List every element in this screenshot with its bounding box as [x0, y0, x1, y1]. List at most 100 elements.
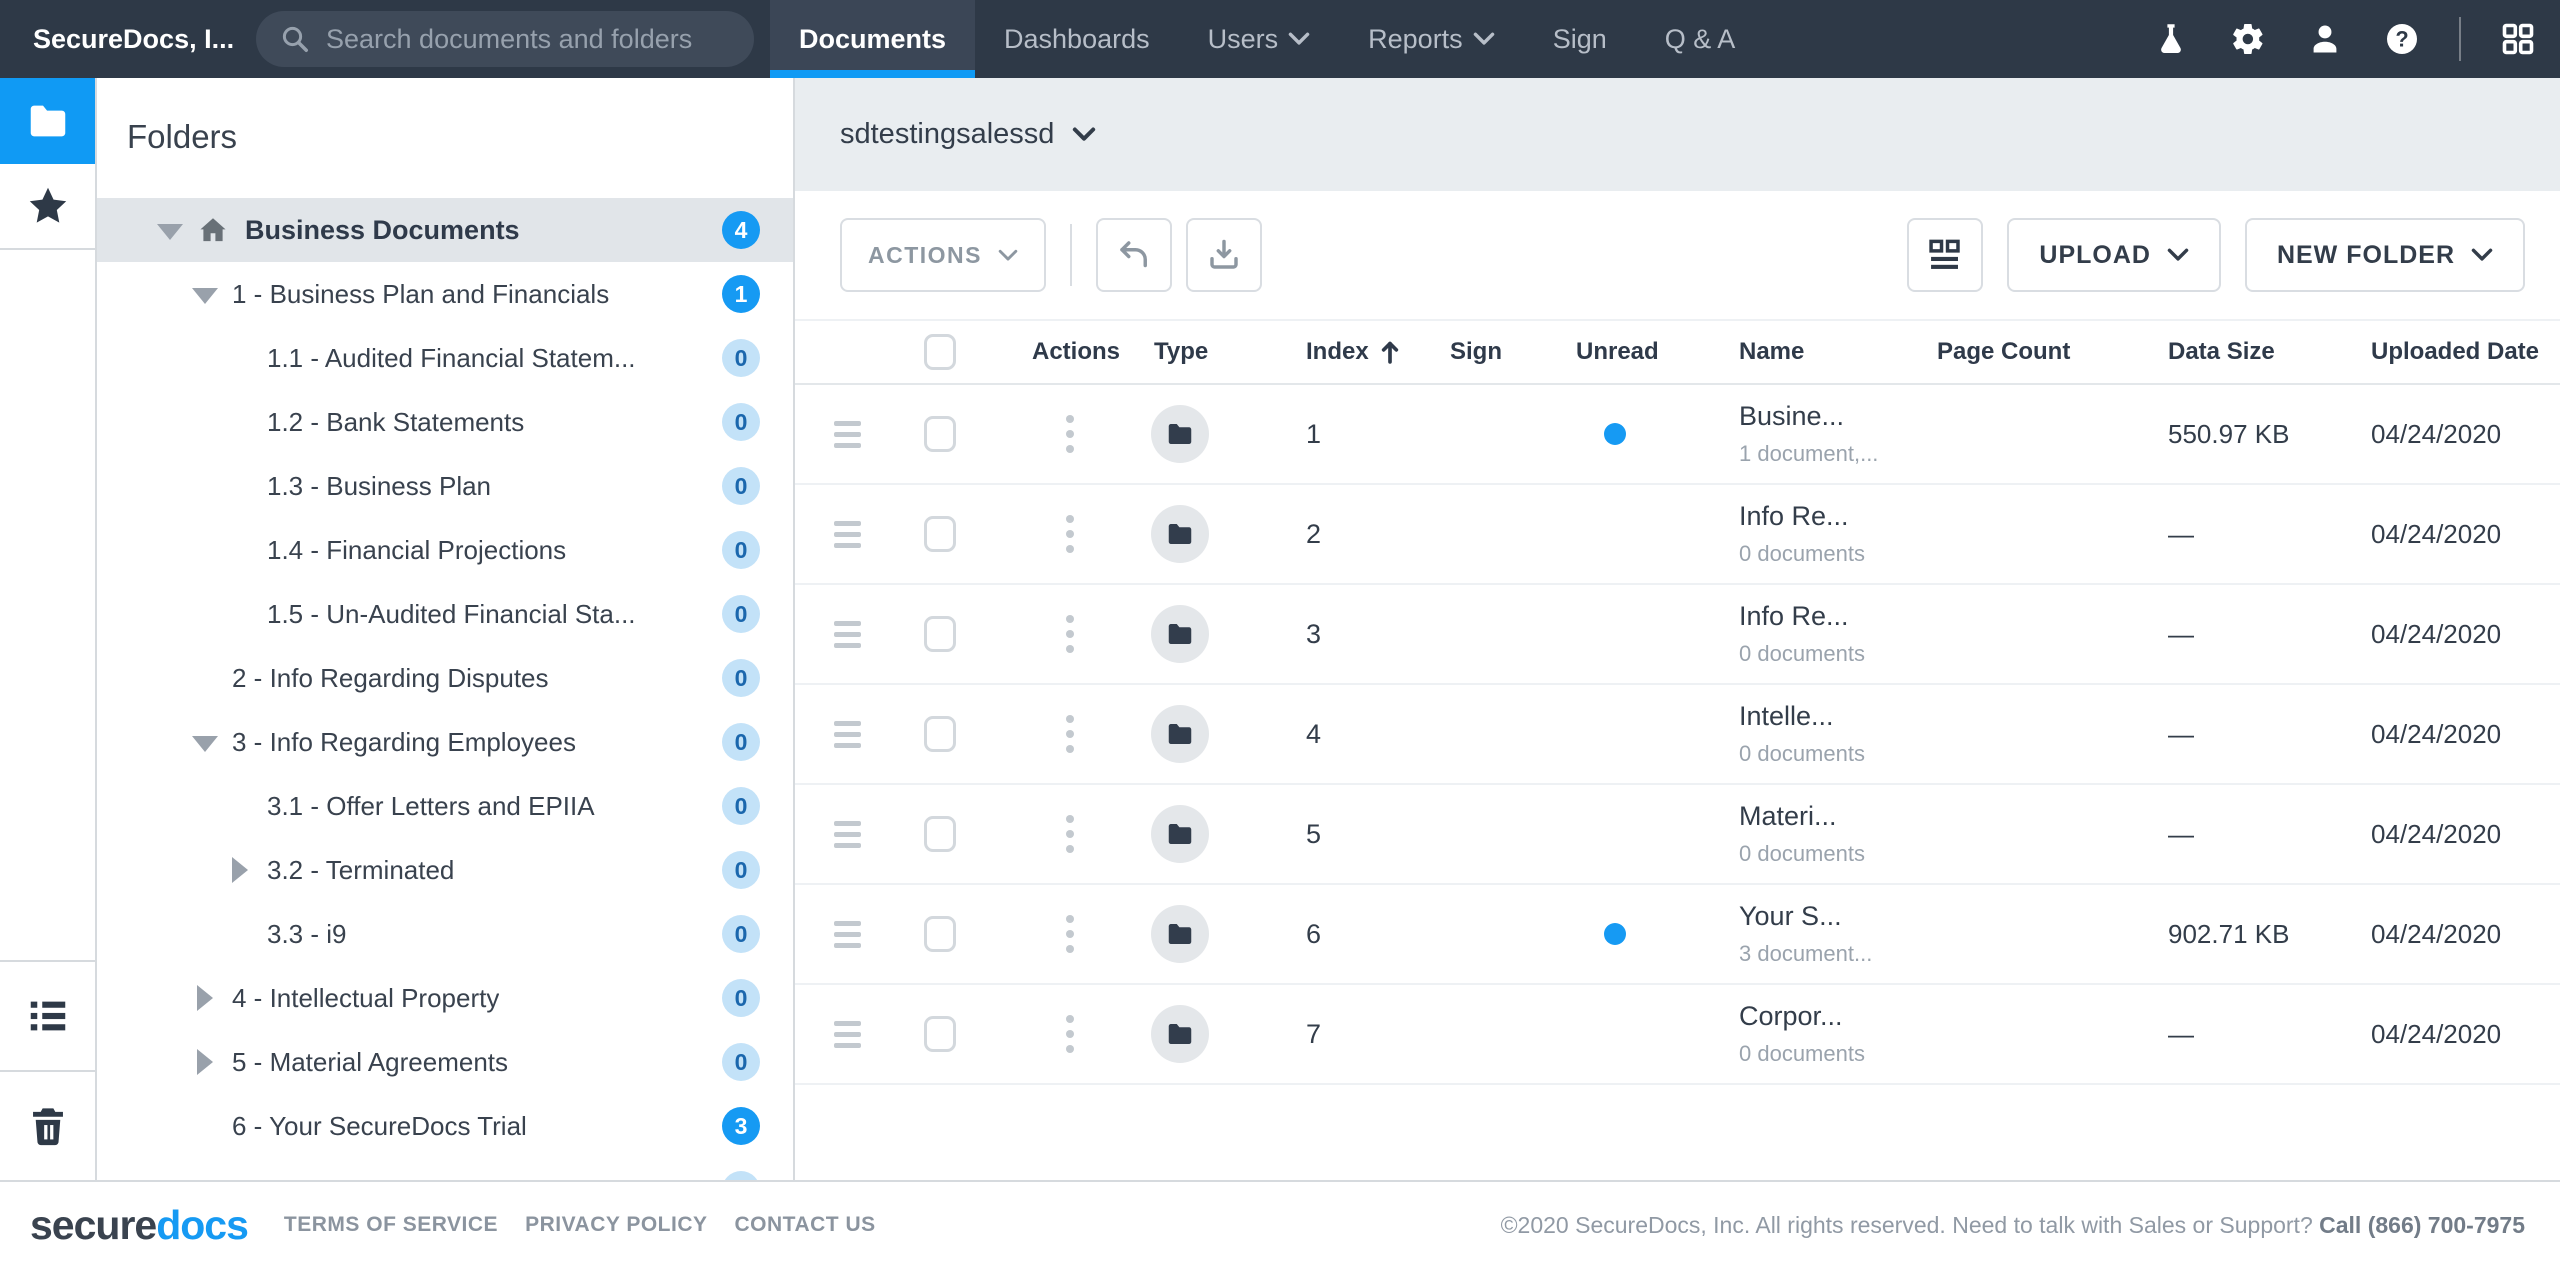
- row-name-cell[interactable]: Info Re... 0 documents: [1735, 601, 1905, 667]
- settings-gear-icon[interactable]: [2228, 19, 2268, 59]
- column-header-uploaded-date[interactable]: Uploaded Date: [2370, 338, 2560, 366]
- row-name-cell[interactable]: Intelle... 0 documents: [1735, 701, 1905, 767]
- tree-caret-icon[interactable]: [227, 478, 253, 494]
- row-checkbox[interactable]: [924, 916, 956, 952]
- download-button[interactable]: [1186, 218, 1262, 292]
- table-row[interactable]: 7 Corpor... 0 documents — 04/24/2020: [795, 985, 2560, 1085]
- row-actions-menu-icon[interactable]: [1066, 515, 1074, 553]
- global-search[interactable]: [256, 11, 754, 67]
- row-checkbox[interactable]: [924, 616, 956, 652]
- footer-link-contact-us[interactable]: CONTACT US: [735, 1213, 876, 1237]
- tree-caret-icon[interactable]: [227, 926, 253, 942]
- column-header-name[interactable]: Name: [1735, 338, 1905, 366]
- tree-caret-icon[interactable]: [227, 862, 253, 878]
- column-header-unread[interactable]: Unread: [1560, 338, 1735, 366]
- sidebar-folder-item[interactable]: Business Documents 4: [97, 198, 793, 262]
- row-name-cell[interactable]: Corpor... 0 documents: [1735, 1001, 1905, 1067]
- actions-button[interactable]: ACTIONS: [840, 218, 1046, 292]
- column-header-page-count[interactable]: Page Count: [1905, 338, 2135, 366]
- tree-caret-icon[interactable]: [192, 286, 218, 302]
- tree-caret-icon[interactable]: [192, 670, 218, 686]
- row-actions-menu-icon[interactable]: [1066, 815, 1074, 853]
- row-actions-menu-icon[interactable]: [1066, 1015, 1074, 1053]
- sidebar-folder-item[interactable]: 2 - Info Regarding Disputes 0: [97, 646, 793, 710]
- help-icon[interactable]: ?: [2382, 19, 2422, 59]
- tab-reports[interactable]: Reports: [1339, 0, 1524, 78]
- row-checkbox[interactable]: [924, 416, 956, 452]
- tree-caret-icon[interactable]: [157, 222, 183, 238]
- tree-caret-icon[interactable]: [227, 542, 253, 558]
- tree-caret-icon[interactable]: [192, 734, 218, 750]
- undo-button[interactable]: [1096, 218, 1172, 292]
- row-checkbox[interactable]: [924, 1016, 956, 1052]
- sidebar-folder-item[interactable]: 3.2 - Terminated 0: [97, 838, 793, 902]
- tree-caret-icon[interactable]: [192, 990, 218, 1006]
- tab-q-a[interactable]: Q & A: [1636, 0, 1765, 78]
- search-input[interactable]: [326, 24, 726, 55]
- row-name-cell[interactable]: Your S... 3 document...: [1735, 901, 1905, 967]
- tree-caret-icon[interactable]: [227, 414, 253, 430]
- lab-flask-icon[interactable]: [2151, 19, 2191, 59]
- row-actions-menu-icon[interactable]: [1066, 915, 1074, 953]
- drag-handle-icon[interactable]: [834, 421, 861, 448]
- drag-handle-icon[interactable]: [834, 821, 861, 848]
- row-checkbox[interactable]: [924, 716, 956, 752]
- rail-item-trash[interactable]: [0, 1070, 95, 1180]
- sidebar-folder-item[interactable]: 1.4 - Financial Projections 0: [97, 518, 793, 582]
- sidebar-folder-item[interactable]: 6 - Your SecureDocs Trial 3: [97, 1094, 793, 1158]
- sidebar-folder-item[interactable]: 3.3 - i9 0: [97, 902, 793, 966]
- column-header-data-size[interactable]: Data Size: [2135, 338, 2370, 366]
- app-logo[interactable]: SecureDocs, I...: [33, 24, 238, 55]
- table-row[interactable]: 4 Intelle... 0 documents — 04/24/2020: [795, 685, 2560, 785]
- sidebar-folder-item[interactable]: 5 - Material Agreements 0: [97, 1030, 793, 1094]
- apps-grid-icon[interactable]: [2498, 19, 2538, 59]
- drag-handle-icon[interactable]: [834, 1021, 861, 1048]
- table-row[interactable]: 1 Busine... 1 document,... 550.97 KB 04/…: [795, 385, 2560, 485]
- table-row[interactable]: 2 Info Re... 0 documents — 04/24/2020: [795, 485, 2560, 585]
- row-name-cell[interactable]: Materi... 0 documents: [1735, 801, 1905, 867]
- sidebar-folder-item[interactable]: 3 - Info Regarding Employees 0: [97, 710, 793, 774]
- tree-caret-icon[interactable]: [227, 606, 253, 622]
- footer-link-privacy-policy[interactable]: PRIVACY POLICY: [525, 1213, 707, 1237]
- drag-handle-icon[interactable]: [834, 621, 861, 648]
- tab-users[interactable]: Users: [1179, 0, 1340, 78]
- column-header-type[interactable]: Type: [1140, 338, 1290, 366]
- table-row[interactable]: 3 Info Re... 0 documents — 04/24/2020: [795, 585, 2560, 685]
- table-row[interactable]: 5 Materi... 0 documents — 04/24/2020: [795, 785, 2560, 885]
- row-actions-menu-icon[interactable]: [1066, 615, 1074, 653]
- tree-caret-icon[interactable]: [227, 350, 253, 366]
- sidebar-folder-item[interactable]: 1.5 - Un-Audited Financial Sta... 0: [97, 582, 793, 646]
- sidebar-folder-item[interactable]: 1 - Business Plan and Financials 1: [97, 262, 793, 326]
- sidebar-folder-item[interactable]: 4 - Intellectual Property 0: [97, 966, 793, 1030]
- sidebar-folder-item[interactable]: [97, 1158, 793, 1180]
- tab-dashboards[interactable]: Dashboards: [975, 0, 1179, 78]
- row-actions-menu-icon[interactable]: [1066, 715, 1074, 753]
- drag-handle-icon[interactable]: [834, 521, 861, 548]
- sidebar-folder-item[interactable]: 1.3 - Business Plan 0: [97, 454, 793, 518]
- card-view-toggle-button[interactable]: [1907, 218, 1983, 292]
- user-profile-icon[interactable]: [2305, 19, 2345, 59]
- row-name-cell[interactable]: Busine... 1 document,...: [1735, 401, 1905, 467]
- row-checkbox[interactable]: [924, 816, 956, 852]
- sidebar-folder-item[interactable]: 1.1 - Audited Financial Statem... 0: [97, 326, 793, 390]
- drag-handle-icon[interactable]: [834, 721, 861, 748]
- table-row[interactable]: 6 Your S... 3 document... 902.71 KB 04/2…: [795, 885, 2560, 985]
- tree-caret-icon[interactable]: [227, 798, 253, 814]
- upload-button[interactable]: UPLOAD: [2007, 218, 2221, 292]
- rail-item-list-view[interactable]: [0, 960, 95, 1070]
- row-name-cell[interactable]: Info Re... 0 documents: [1735, 501, 1905, 567]
- select-all-checkbox[interactable]: [924, 334, 956, 370]
- tab-sign[interactable]: Sign: [1524, 0, 1636, 78]
- rail-item-favorites[interactable]: [0, 164, 95, 250]
- row-actions-menu-icon[interactable]: [1066, 415, 1074, 453]
- new-folder-button[interactable]: NEW FOLDER: [2245, 218, 2525, 292]
- drag-handle-icon[interactable]: [834, 921, 861, 948]
- sidebar-folder-item[interactable]: 1.2 - Bank Statements 0: [97, 390, 793, 454]
- row-checkbox[interactable]: [924, 516, 956, 552]
- sidebar-folder-item[interactable]: 3.1 - Offer Letters and EPIIA 0: [97, 774, 793, 838]
- tree-caret-icon[interactable]: [192, 1054, 218, 1070]
- column-header-actions[interactable]: Actions: [980, 338, 1140, 366]
- footer-link-terms-of-service[interactable]: TERMS OF SERVICE: [284, 1213, 498, 1237]
- column-header-sign[interactable]: Sign: [1435, 338, 1560, 366]
- tab-documents[interactable]: Documents: [770, 0, 975, 78]
